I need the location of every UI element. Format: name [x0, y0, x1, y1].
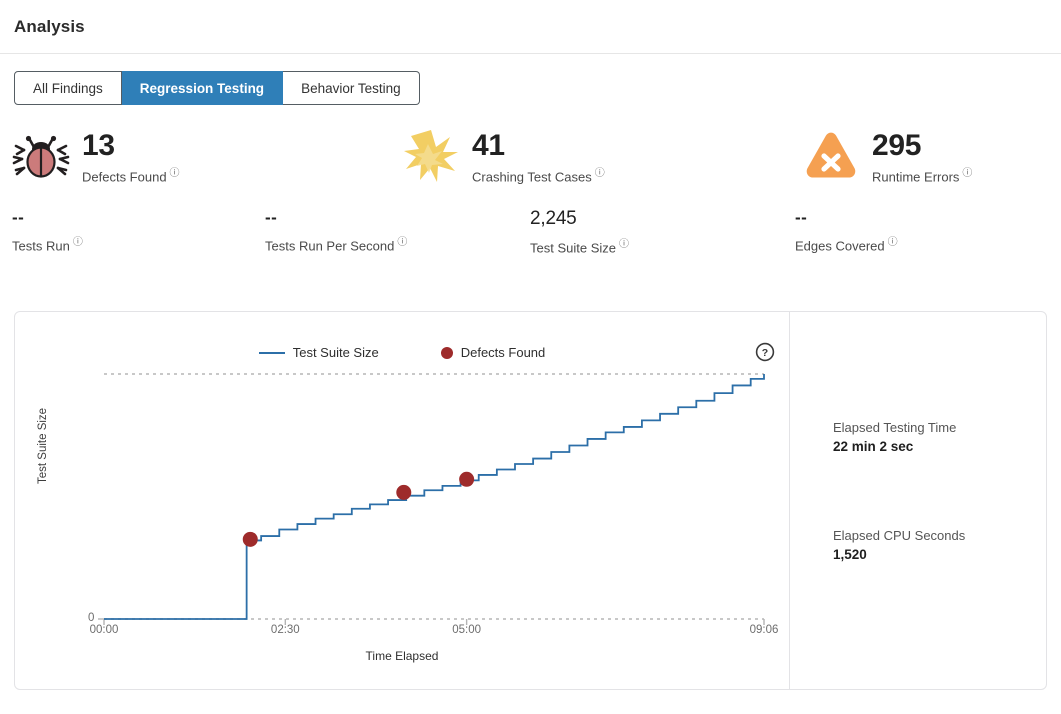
x-axis-tick: 02:30: [270, 624, 300, 636]
x-axis-tick: 00:00: [89, 624, 119, 636]
analysis-tabbar: All Findings Regression Testing Behavior…: [0, 54, 1061, 105]
stat-value: 2,245: [530, 208, 577, 229]
help-icon[interactable]: ⓘ: [962, 168, 972, 179]
stat-label-text: Edges Covered: [795, 238, 885, 254]
stat-value: --: [265, 208, 278, 227]
secondary-stats-row: -- Tests Run ⓘ -- Tests Run Per Second ⓘ 2…: [0, 185, 1061, 255]
stat-text: 13 Defects Found ⓘ: [82, 128, 180, 184]
warning-x-icon: [800, 127, 862, 185]
stat-crashing-test-cases: 41 Crashing Test Cases ⓘ: [400, 127, 800, 185]
chart-side-panel: Elapsed Testing Time 22 min 2 sec Elapse…: [789, 312, 1046, 689]
help-icon[interactable]: ⓘ: [888, 237, 898, 248]
stat-label: Test Suite Size ⓘ: [530, 235, 795, 255]
stat-label-text: Runtime Errors: [872, 168, 960, 184]
plot-area: Test Suite Size Defects Found Test Suite…: [15, 312, 789, 689]
side-value: 1,520: [833, 547, 867, 562]
x-axis-tick: 09:06: [749, 624, 779, 636]
side-label: Elapsed CPU Seconds: [833, 528, 966, 543]
stat-label: Edges Covered ⓘ: [795, 233, 898, 253]
x-axis-label: Time Elapsed: [365, 649, 439, 663]
chart-card: Test Suite Size Defects Found Test Suite…: [14, 311, 1047, 690]
side-block-elapsed-testing-time: Elapsed Testing Time 22 min 2 sec: [833, 420, 1046, 454]
stat-edges-covered: -- Edges Covered ⓘ: [795, 208, 898, 255]
primary-stats-row: 13 Defects Found ⓘ 41 Crashing Test Cases…: [0, 105, 1061, 185]
stat-label: Tests Run Per Second ⓘ: [265, 233, 530, 253]
help-icon[interactable]: ⓘ: [619, 239, 629, 250]
stat-label: Crashing Test Cases ⓘ: [472, 164, 605, 184]
help-icon[interactable]: ⓘ: [73, 237, 83, 248]
help-icon[interactable]: ⓘ: [595, 168, 605, 179]
stat-label-text: Tests Run: [12, 238, 70, 254]
bug-icon: [10, 127, 72, 185]
question-circle-icon[interactable]: ?: [755, 342, 775, 362]
stat-text: 41 Crashing Test Cases ⓘ: [472, 128, 605, 184]
tab-all-findings[interactable]: All Findings: [14, 71, 122, 105]
tab-regression-testing[interactable]: Regression Testing: [121, 71, 284, 105]
x-axis-tick: 05:00: [452, 624, 482, 636]
help-icon[interactable]: ⓘ: [170, 168, 180, 179]
stat-value: 295: [872, 129, 922, 163]
svg-text:?: ?: [762, 347, 768, 359]
stat-label-text: Test Suite Size: [530, 240, 616, 256]
stat-tests-run-per-second: -- Tests Run Per Second ⓘ: [265, 208, 530, 255]
stat-label-text: Defects Found: [82, 168, 167, 184]
stat-label: Tests Run ⓘ: [12, 233, 265, 253]
tab-behavior-testing[interactable]: Behavior Testing: [283, 71, 420, 105]
stat-label-text: Tests Run Per Second: [265, 238, 395, 254]
side-value: 22 min 2 sec: [833, 439, 914, 454]
chart-inner: Test Suite Size Defects Found Test Suite…: [15, 312, 1046, 689]
stat-tests-run: -- Tests Run ⓘ: [0, 208, 265, 255]
side-block-elapsed-cpu-seconds: Elapsed CPU Seconds 1,520: [833, 528, 1046, 562]
stat-value: 13: [82, 129, 115, 163]
help-icon[interactable]: ⓘ: [397, 237, 407, 248]
stat-runtime-errors: 295 Runtime Errors ⓘ: [800, 127, 972, 185]
page-title: Analysis: [14, 16, 85, 36]
stat-defects-found: 13 Defects Found ⓘ: [0, 127, 400, 185]
stat-label-text: Crashing Test Cases: [472, 168, 592, 184]
page-header: Analysis: [0, 0, 1061, 54]
side-label: Elapsed Testing Time: [833, 420, 957, 435]
stat-value: 41: [472, 129, 505, 163]
stat-label: Runtime Errors ⓘ: [872, 164, 972, 184]
chart-plot: [98, 373, 765, 625]
stat-test-suite-size: 2,245 Test Suite Size ⓘ: [530, 208, 795, 255]
stat-value: --: [12, 208, 25, 227]
stat-value: --: [795, 208, 808, 227]
stat-text: 295 Runtime Errors ⓘ: [872, 128, 972, 184]
explosion-icon: [400, 127, 462, 185]
stat-label: Defects Found ⓘ: [82, 164, 180, 184]
